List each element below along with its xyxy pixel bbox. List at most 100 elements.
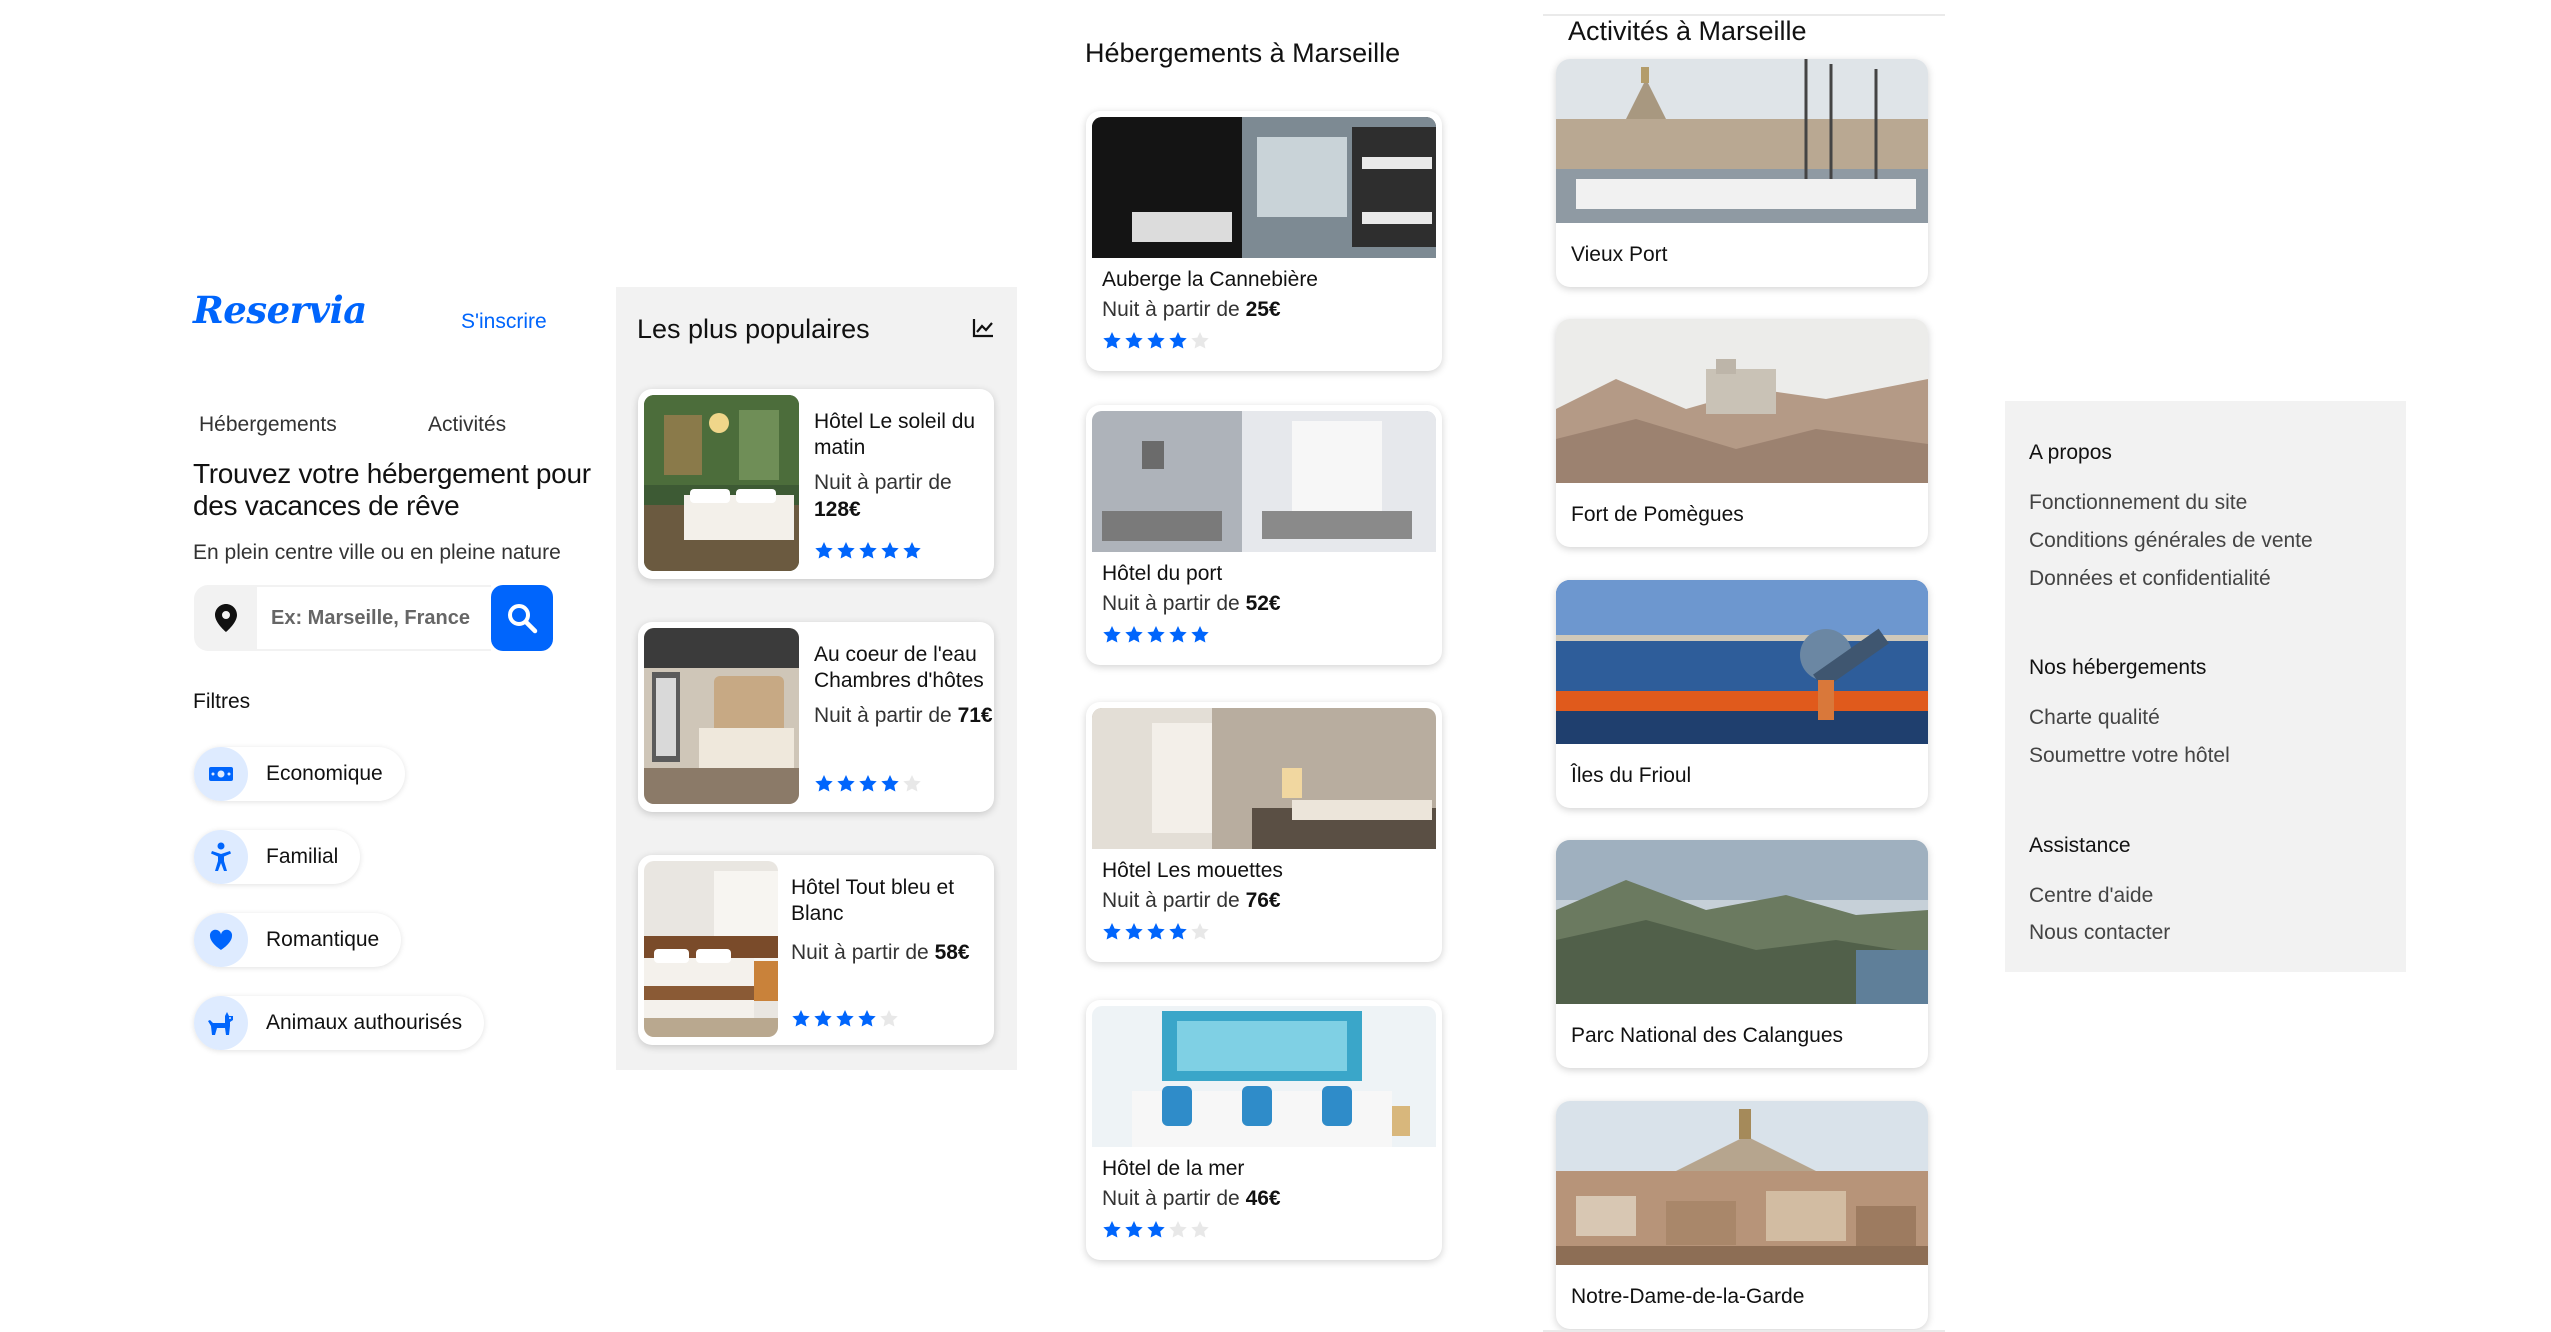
star-filled-icon bbox=[1125, 1221, 1143, 1238]
activity-photo bbox=[1556, 319, 1928, 483]
footer-heading: A propos bbox=[2029, 441, 2112, 464]
footer-link[interactable]: Données et confidentialité bbox=[2029, 567, 2271, 591]
dog-icon bbox=[194, 996, 248, 1050]
star-filled-icon bbox=[1169, 626, 1187, 643]
signup-link[interactable]: S'inscrire bbox=[461, 310, 547, 334]
hotel-photo bbox=[1092, 117, 1436, 258]
star-filled-icon bbox=[1191, 626, 1209, 643]
search-input[interactable] bbox=[257, 585, 491, 651]
activities-title: Activités à Marseille bbox=[1568, 16, 1807, 46]
child-icon bbox=[194, 830, 248, 884]
rating-stars bbox=[1102, 922, 1210, 941]
star-filled-icon bbox=[1169, 923, 1187, 940]
activity-card[interactable]: Îles du Frioul bbox=[1556, 580, 1928, 808]
hotel-photo bbox=[1092, 1006, 1436, 1147]
footer-link[interactable]: Fonctionnement du site bbox=[2029, 491, 2247, 515]
activity-photo bbox=[1556, 840, 1928, 1004]
hotel-price: Nuit à partir de 76€ bbox=[1102, 889, 1281, 912]
filter-label: Romantique bbox=[266, 928, 380, 951]
star-filled-icon bbox=[903, 542, 921, 559]
hotel-photo bbox=[1092, 411, 1436, 552]
popular-card[interactable]: Au coeur de l'eau Chambres d'hôtes Nuit … bbox=[638, 622, 994, 812]
star-filled-icon bbox=[858, 1010, 876, 1027]
activity-card[interactable]: Parc National des Calangues bbox=[1556, 840, 1928, 1068]
footer-heading: Assistance bbox=[2029, 834, 2131, 857]
lodging-card[interactable]: Auberge la Cannebière Nuit à partir de 2… bbox=[1086, 111, 1442, 371]
star-filled-icon bbox=[792, 1010, 810, 1027]
hotel-name: Hôtel du port bbox=[1102, 562, 1223, 585]
activity-name: Parc National des Calangues bbox=[1571, 1024, 1843, 1047]
tab-activites[interactable]: Activités bbox=[428, 413, 506, 437]
star-filled-icon bbox=[1147, 332, 1165, 349]
activity-photo bbox=[1556, 1101, 1928, 1265]
hotel-photo bbox=[1092, 708, 1436, 849]
star-filled-icon bbox=[815, 775, 833, 792]
star-filled-icon bbox=[1147, 923, 1165, 940]
filters-title: Filtres bbox=[193, 690, 251, 713]
footer-link[interactable]: Charte qualité bbox=[2029, 706, 2160, 730]
footer-link[interactable]: Nous contacter bbox=[2029, 921, 2170, 945]
hotel-price: Nuit à partir de 46€ bbox=[1102, 1187, 1281, 1210]
popular-card[interactable]: Hôtel Le soleil du matin Nuit à partir d… bbox=[638, 389, 994, 579]
heart-icon bbox=[194, 913, 248, 967]
popular-card[interactable]: Hôtel Tout bleu et Blanc Nuit à partir d… bbox=[638, 855, 994, 1045]
hotel-photo bbox=[644, 861, 778, 1037]
star-filled-icon bbox=[837, 775, 855, 792]
lodging-card[interactable]: Hôtel Les mouettes Nuit à partir de 76€ bbox=[1086, 702, 1442, 962]
trend-chart-icon bbox=[972, 318, 994, 338]
hotel-price: Nuit à partir de 25€ bbox=[1102, 298, 1281, 321]
star-filled-icon bbox=[859, 542, 877, 559]
logo[interactable]: Reservia bbox=[193, 288, 367, 332]
hotel-name: Hôtel Tout bleu et Blanc bbox=[791, 876, 955, 925]
star-filled-icon bbox=[1169, 332, 1187, 349]
rating-stars bbox=[814, 774, 922, 793]
star-filled-icon bbox=[1103, 332, 1121, 349]
lodging-card[interactable]: Hôtel de la mer Nuit à partir de 46€ bbox=[1086, 1000, 1442, 1260]
activity-photo bbox=[1556, 580, 1928, 744]
filter-familial[interactable]: Familial bbox=[194, 830, 361, 884]
hotel-price: Nuit à partir de 128€ bbox=[814, 471, 952, 521]
search-button[interactable] bbox=[491, 585, 553, 651]
location-pin-icon bbox=[194, 585, 257, 651]
activity-card[interactable]: Notre-Dame-de-la-Garde bbox=[1556, 1101, 1928, 1329]
hotel-photo bbox=[644, 395, 799, 571]
filter-label: Economique bbox=[266, 762, 383, 785]
hotel-name: Hôtel Les mouettes bbox=[1102, 859, 1283, 882]
lodging-card[interactable]: Hôtel du port Nuit à partir de 52€ bbox=[1086, 405, 1442, 665]
rating-stars bbox=[814, 541, 922, 560]
hotel-price: Nuit à partir de 52€ bbox=[1102, 592, 1281, 615]
hotel-photo bbox=[644, 628, 799, 804]
star-filled-icon bbox=[859, 775, 877, 792]
filter-economique[interactable]: Economique bbox=[194, 747, 405, 801]
popular-title: Les plus populaires bbox=[637, 314, 870, 344]
star-empty-icon bbox=[1191, 332, 1209, 349]
filter-label: Animaux authourisés bbox=[266, 1011, 463, 1034]
footer-link[interactable]: Conditions générales de vente bbox=[2029, 529, 2313, 553]
rating-stars bbox=[791, 1009, 899, 1028]
rating-stars bbox=[1102, 625, 1210, 644]
star-filled-icon bbox=[1103, 1221, 1121, 1238]
filter-animaux[interactable]: Animaux authourisés bbox=[194, 996, 485, 1050]
star-filled-icon bbox=[836, 1010, 854, 1027]
tab-hebergements[interactable]: Hébergements bbox=[199, 413, 337, 437]
star-filled-icon bbox=[1125, 923, 1143, 940]
hero-subtitle: En plein centre ville ou en pleine natur… bbox=[193, 541, 561, 564]
footer-link[interactable]: Centre d'aide bbox=[2029, 884, 2153, 908]
star-empty-icon bbox=[1169, 1221, 1187, 1238]
hotel-price: Nuit à partir de 58€ bbox=[791, 941, 970, 964]
hotel-name: Hôtel Le soleil du matin bbox=[814, 410, 976, 459]
activity-card[interactable]: Fort de Pomègues bbox=[1556, 319, 1928, 547]
star-filled-icon bbox=[837, 542, 855, 559]
activity-name: Îles du Frioul bbox=[1571, 764, 1692, 787]
filter-label: Familial bbox=[266, 845, 339, 868]
rating-stars bbox=[1102, 331, 1210, 350]
footer-link[interactable]: Soumettre votre hôtel bbox=[2029, 744, 2230, 768]
activity-card[interactable]: Vieux Port bbox=[1556, 59, 1928, 287]
star-filled-icon bbox=[881, 775, 899, 792]
star-empty-icon bbox=[880, 1010, 898, 1027]
hero-title: Trouvez votre hébergement pour des vacan… bbox=[193, 458, 591, 521]
star-filled-icon bbox=[1103, 923, 1121, 940]
filter-romantique[interactable]: Romantique bbox=[194, 913, 402, 967]
footer-heading: Nos hébergements bbox=[2029, 656, 2207, 679]
activity-name: Fort de Pomègues bbox=[1571, 503, 1744, 526]
